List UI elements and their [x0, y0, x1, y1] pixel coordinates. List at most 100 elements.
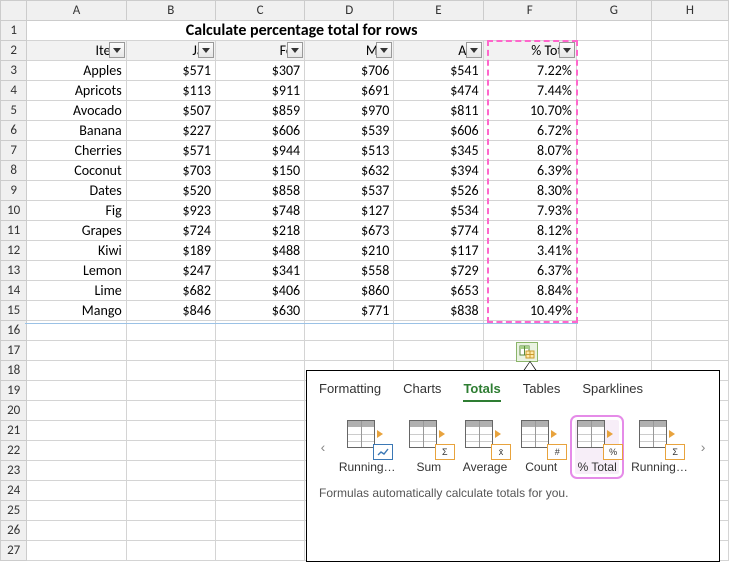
cell-item[interactable]: Apricots [27, 81, 126, 101]
cell-jan[interactable]: $189 [126, 241, 215, 261]
cell-feb[interactable]: $406 [215, 281, 304, 301]
cell-empty[interactable] [215, 421, 304, 441]
cell-jan[interactable]: $507 [126, 101, 215, 121]
cell-empty[interactable] [576, 121, 651, 141]
cell-pct[interactable]: 6.72% [483, 121, 576, 141]
cell-item[interactable]: Banana [27, 121, 126, 141]
cell-empty[interactable] [126, 541, 215, 561]
cell-empty[interactable] [126, 461, 215, 481]
cell-empty[interactable] [27, 521, 126, 541]
cell-pct[interactable]: 8.12% [483, 221, 576, 241]
cell-empty[interactable] [576, 81, 651, 101]
cell-mar[interactable]: $673 [305, 221, 394, 241]
cell-empty[interactable] [651, 261, 728, 281]
row-header-1[interactable]: 1 [1, 21, 27, 41]
cell-pct[interactable]: 7.22% [483, 61, 576, 81]
row-header[interactable]: 5 [1, 101, 27, 121]
filter-icon[interactable] [466, 42, 482, 58]
cell-empty[interactable] [215, 541, 304, 561]
row-header[interactable]: 3 [1, 61, 27, 81]
cell-empty[interactable] [126, 321, 215, 341]
tab-sparklines[interactable]: Sparklines [582, 381, 643, 402]
cell-pct[interactable]: 8.30% [483, 181, 576, 201]
cell-pct[interactable]: 8.07% [483, 141, 576, 161]
row-header[interactable]: 15 [1, 301, 27, 321]
cell-jan[interactable]: $247 [126, 261, 215, 281]
header-mar[interactable]: Mar [305, 41, 394, 61]
cell-empty[interactable] [215, 381, 304, 401]
cell-empty[interactable] [576, 181, 651, 201]
header-feb[interactable]: Feb [215, 41, 304, 61]
cell-item[interactable]: Grapes [27, 221, 126, 241]
col-header-D[interactable]: D [305, 1, 394, 21]
cell-empty[interactable] [651, 301, 728, 321]
col-header-C[interactable]: C [215, 1, 304, 21]
cell-mar[interactable]: $558 [305, 261, 394, 281]
cell-item[interactable]: Lemon [27, 261, 126, 281]
cell-apr[interactable]: $606 [394, 121, 483, 141]
cell-mar[interactable]: $860 [305, 281, 394, 301]
cell-feb[interactable]: $488 [215, 241, 304, 261]
cell-empty[interactable] [576, 261, 651, 281]
cell-empty[interactable] [576, 161, 651, 181]
cell-empty[interactable] [126, 521, 215, 541]
cell-jan[interactable]: $923 [126, 201, 215, 221]
col-header-G[interactable]: G [576, 1, 651, 21]
select-all-corner[interactable] [1, 1, 27, 21]
cell-empty[interactable] [215, 441, 304, 461]
row-header[interactable]: 22 [1, 441, 27, 461]
filter-icon[interactable] [109, 42, 125, 58]
row-header-2[interactable]: 2 [1, 41, 27, 61]
cell-empty[interactable] [576, 241, 651, 261]
cell-jan[interactable]: $724 [126, 221, 215, 241]
cell-empty[interactable] [215, 321, 304, 341]
cell-mar[interactable]: $539 [305, 121, 394, 141]
col-header-A[interactable]: A [27, 1, 126, 21]
cell-empty[interactable] [651, 221, 728, 241]
cell-empty[interactable] [215, 481, 304, 501]
cell-apr[interactable]: $774 [394, 221, 483, 241]
cell-item[interactable]: Coconut [27, 161, 126, 181]
row-header[interactable]: 21 [1, 421, 27, 441]
cell-jan[interactable]: $703 [126, 161, 215, 181]
cell-feb[interactable]: $859 [215, 101, 304, 121]
gallery-item-sum[interactable]: Σ Sum [407, 420, 451, 474]
row-header[interactable]: 4 [1, 81, 27, 101]
cell-empty[interactable] [27, 461, 126, 481]
gallery-item-running2[interactable]: Σ Running… [631, 420, 687, 474]
cell-empty[interactable] [394, 341, 483, 361]
cell-mar[interactable]: $537 [305, 181, 394, 201]
cell-jan[interactable]: $113 [126, 81, 215, 101]
cell-empty[interactable] [651, 121, 728, 141]
cell-jan[interactable]: $227 [126, 121, 215, 141]
cell-empty[interactable] [27, 381, 126, 401]
row-header[interactable]: 18 [1, 361, 27, 381]
cell-empty[interactable] [576, 321, 651, 341]
cell-mar[interactable]: $970 [305, 101, 394, 121]
cell-feb[interactable]: $341 [215, 261, 304, 281]
row-header[interactable]: 13 [1, 261, 27, 281]
filter-icon[interactable] [559, 42, 575, 58]
cell-empty[interactable] [305, 321, 394, 341]
tab-tables[interactable]: Tables [523, 381, 561, 402]
cell-feb[interactable]: $307 [215, 61, 304, 81]
gallery-prev-button[interactable]: ‹ [319, 439, 327, 455]
cell-mar[interactable]: $706 [305, 61, 394, 81]
cell-feb[interactable]: $606 [215, 121, 304, 141]
cell-empty[interactable] [27, 321, 126, 341]
header-item[interactable]: Item [27, 41, 126, 61]
cell-empty[interactable] [126, 401, 215, 421]
row-header[interactable]: 26 [1, 521, 27, 541]
cell-apr[interactable]: $394 [394, 161, 483, 181]
cell-empty[interactable] [27, 401, 126, 421]
cell-empty[interactable] [651, 181, 728, 201]
cell-empty[interactable] [126, 501, 215, 521]
cell-mar[interactable]: $127 [305, 201, 394, 221]
cell-mar[interactable]: $210 [305, 241, 394, 261]
cell-item[interactable]: Lime [27, 281, 126, 301]
cell-item[interactable]: Avocado [27, 101, 126, 121]
cell-empty[interactable] [576, 201, 651, 221]
row-header[interactable]: 9 [1, 181, 27, 201]
col-header-H[interactable]: H [651, 1, 728, 21]
cell-empty[interactable] [126, 361, 215, 381]
